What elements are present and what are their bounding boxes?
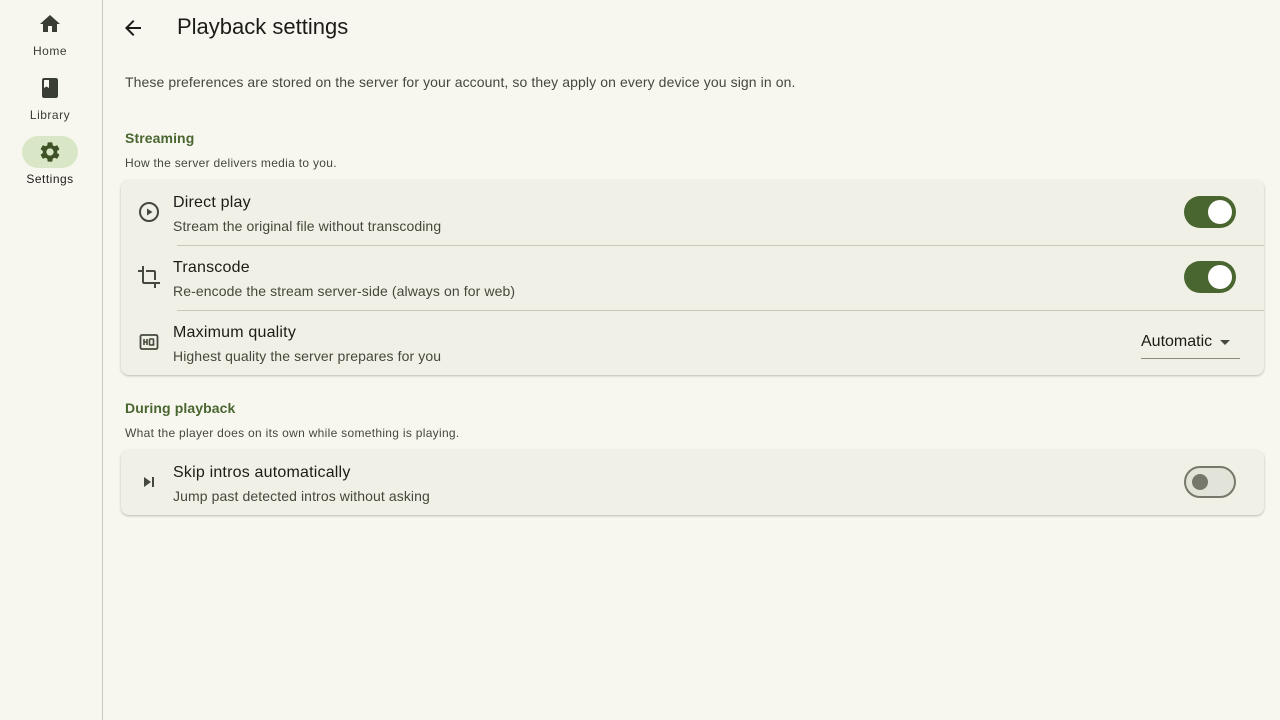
crop-icon xyxy=(137,265,161,289)
section-subtitle-during-playback: What the player does on its own while so… xyxy=(125,426,460,440)
back-button[interactable] xyxy=(115,10,151,46)
transcode-switch[interactable] xyxy=(1184,261,1236,293)
nav-pill-home xyxy=(22,8,78,40)
setting-row-transcode: Transcode Re-encode the stream server-si… xyxy=(121,245,1264,310)
setting-subtitle: Re-encode the stream server-side (always… xyxy=(173,283,516,299)
maximum-quality-select[interactable]: Automatic xyxy=(1141,326,1240,359)
switch-thumb xyxy=(1208,265,1232,289)
section-subtitle-streaming: How the server delivers media to you. xyxy=(125,156,337,170)
nav-label-settings: Settings xyxy=(26,172,74,186)
setting-subtitle: Highest quality the server prepares for … xyxy=(173,348,442,364)
setting-row-maximum-quality: Maximum quality Highest quality the serv… xyxy=(121,310,1264,375)
setting-row-direct-play: Direct play Stream the original file wit… xyxy=(121,180,1264,245)
navigation-rail: Home Library Settings xyxy=(0,0,103,720)
skip-next-icon xyxy=(137,470,161,494)
book-icon xyxy=(42,78,58,98)
gear-icon xyxy=(40,142,60,162)
nav-item-library[interactable]: Library xyxy=(0,72,100,122)
play-circle-icon xyxy=(137,200,161,224)
nav-label-library: Library xyxy=(29,108,71,122)
setting-title: Transcode xyxy=(173,259,250,276)
page-title: Playback settings xyxy=(177,14,349,39)
setting-row-skip-intros: Skip intros automatically Jump past dete… xyxy=(121,450,1264,515)
hq-icon xyxy=(137,330,161,354)
intro-text: These preferences are stored on the serv… xyxy=(125,74,796,90)
select-value: Automatic xyxy=(1141,333,1213,350)
home-icon xyxy=(40,15,60,32)
setting-title: Skip intros automatically xyxy=(173,464,351,481)
direct-play-switch[interactable] xyxy=(1184,196,1236,228)
setting-title: Direct play xyxy=(173,194,251,211)
arrow-back-icon xyxy=(125,20,141,36)
nav-item-settings[interactable]: Settings xyxy=(0,136,100,186)
nav-pill-settings xyxy=(22,136,78,168)
section-title-during-playback: During playback xyxy=(125,400,236,416)
during-playback-card: Skip intros automatically Jump past dete… xyxy=(121,450,1264,515)
setting-title: Maximum quality xyxy=(173,324,297,341)
nav-item-home[interactable]: Home xyxy=(0,8,100,58)
streaming-card: Direct play Stream the original file wit… xyxy=(121,180,1264,375)
switch-thumb xyxy=(1192,474,1208,490)
nav-label-home: Home xyxy=(32,44,67,58)
nav-pill-library xyxy=(22,72,78,104)
setting-subtitle: Stream the original file without transco… xyxy=(173,218,442,234)
section-title-streaming: Streaming xyxy=(125,130,195,146)
chevron-down-icon xyxy=(1220,340,1230,345)
setting-subtitle: Jump past detected intros without asking xyxy=(173,488,430,504)
skip-intros-switch[interactable] xyxy=(1184,466,1236,498)
switch-thumb xyxy=(1208,200,1232,224)
